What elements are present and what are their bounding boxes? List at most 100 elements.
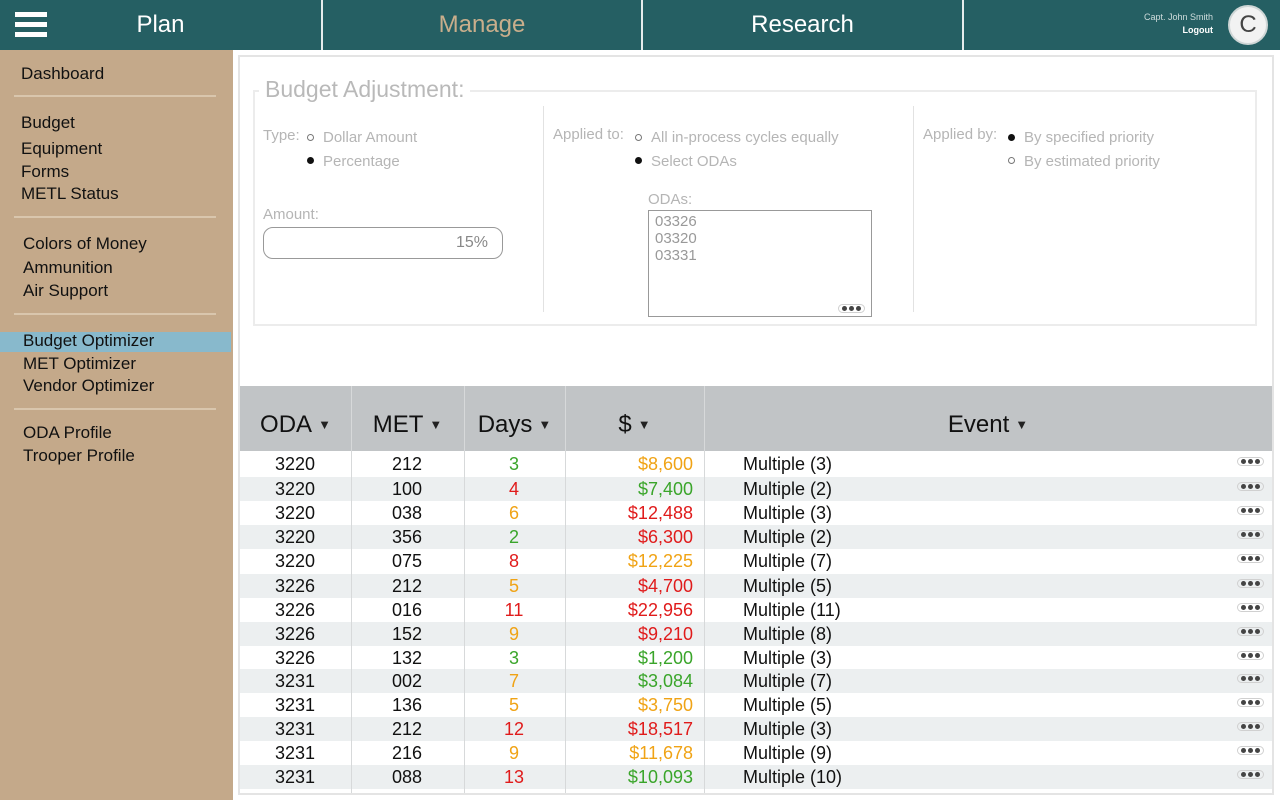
more-options-icon[interactable]	[1237, 698, 1264, 707]
cell-days: 9	[508, 623, 519, 644]
column-divider	[913, 106, 914, 312]
sidebar-item-colors-of-money[interactable]: Colors of Money	[23, 234, 147, 254]
column-header-event[interactable]: Event ▼	[704, 386, 1272, 451]
sidebar-item-air-support[interactable]: Air Support	[23, 281, 108, 301]
oda-list-item[interactable]: 03331	[655, 247, 697, 264]
type-percentage-radio[interactable]	[307, 157, 314, 164]
more-options-icon[interactable]	[1237, 554, 1264, 563]
cell-amount: $3,084	[637, 670, 693, 691]
column-header-label: MET	[372, 410, 424, 438]
more-options-icon[interactable]	[1237, 530, 1264, 539]
table-row[interactable]: 3231 002 7 $3,084 Multiple (7)	[240, 669, 1272, 693]
amount-input[interactable]: 15%	[263, 227, 503, 259]
more-options-icon[interactable]	[1237, 506, 1264, 515]
type-dollar-radio[interactable]	[307, 134, 314, 141]
type-label: Type:	[263, 127, 300, 144]
column-header-days[interactable]: Days ▼	[464, 386, 565, 451]
table-row[interactable]: 3220 100 4 $7,400 Multiple (2)	[240, 477, 1272, 501]
more-options-icon[interactable]	[1237, 482, 1264, 491]
tab-manage-label: Manage	[438, 11, 526, 38]
more-options-icon[interactable]	[1237, 603, 1264, 612]
table-row[interactable]: 3231 088 13 $10,093 Multiple (10)	[240, 765, 1272, 789]
table-row[interactable]: 3220 212 3 $8,600 Multiple (3)	[240, 452, 1272, 476]
sidebar-item-met-optimizer[interactable]: MET Optimizer	[23, 354, 136, 374]
applied-to-all-label[interactable]: All in-process cycles equally	[651, 129, 839, 146]
column-divider	[704, 386, 705, 793]
sidebar-item-budget-optimizer[interactable]: Budget Optimizer	[23, 331, 154, 351]
more-options-icon[interactable]	[1237, 579, 1264, 588]
applied-by-specified-label[interactable]: By specified priority	[1024, 129, 1154, 146]
more-options-icon[interactable]	[1237, 674, 1264, 683]
more-options-icon[interactable]	[838, 304, 865, 313]
column-header-oda[interactable]: ODA ▼	[240, 386, 351, 451]
cell-met: 038	[391, 502, 423, 523]
sidebar-item-vendor-optimizer[interactable]: Vendor Optimizer	[23, 376, 154, 396]
more-options-icon[interactable]	[1237, 746, 1264, 755]
sort-filter-icon[interactable]: ▼	[638, 417, 651, 432]
tab-manage[interactable]: Manage	[323, 0, 641, 50]
table-row[interactable]: 3226 212 5 $4,700 Multiple (5)	[240, 574, 1272, 598]
table-row[interactable]: 3231 212 12 $18,517 Multiple (3)	[240, 717, 1272, 741]
type-dollar-label[interactable]: Dollar Amount	[323, 129, 417, 146]
cell-amount: $6,300	[637, 526, 693, 547]
cell-days: 13	[503, 766, 525, 787]
cell-met: 100	[391, 478, 423, 499]
sidebar-item-trooper-profile[interactable]: Trooper Profile	[23, 446, 135, 466]
sidebar-item-equipment[interactable]: Equipment	[21, 139, 102, 159]
table-row[interactable]: 3220 075 8 $12,225 Multiple (7)	[240, 549, 1272, 573]
table-row[interactable]: 3231 216 9 $11,678 Multiple (9)	[240, 741, 1272, 765]
cell-met: 075	[391, 550, 423, 571]
more-options-icon[interactable]	[1237, 770, 1264, 779]
cell-amount: $7,400	[637, 478, 693, 499]
more-options-icon[interactable]	[1237, 722, 1264, 731]
sidebar-item-metl-status[interactable]: METL Status	[21, 184, 119, 204]
applied-to-select-label[interactable]: Select ODAs	[651, 153, 737, 170]
applied-to-select-radio[interactable]	[635, 157, 642, 164]
top-nav-bar: Plan Manage Research Capt. John Smith Lo…	[0, 0, 1280, 50]
applied-by-estimated-label[interactable]: By estimated priority	[1024, 153, 1160, 170]
avatar[interactable]: C	[1228, 5, 1268, 45]
more-options-icon[interactable]	[1237, 627, 1264, 636]
table-row[interactable]: 3220 038 6 $12,488 Multiple (3)	[240, 501, 1272, 525]
cell-days: 5	[508, 694, 519, 715]
cell-days: 7	[508, 670, 519, 691]
cell-met: 088	[391, 766, 423, 787]
oda-list-item[interactable]: 03320	[655, 230, 697, 247]
applied-by-specified-radio[interactable]	[1008, 134, 1015, 141]
sidebar-item-dashboard[interactable]: Dashboard	[21, 64, 104, 84]
table-row[interactable]: 3220 356 2 $6,300 Multiple (2)	[240, 525, 1272, 549]
table-row[interactable]: 3231 136 5 $3,750 Multiple (5)	[240, 693, 1272, 717]
cell-met: 216	[391, 742, 423, 763]
cell-met: 212	[391, 575, 423, 596]
sort-filter-icon[interactable]: ▼	[318, 417, 331, 432]
table-row[interactable]: 3226 152 9 $9,210 Multiple (8)	[240, 622, 1272, 646]
sort-filter-icon[interactable]: ▼	[1015, 417, 1028, 432]
more-options-icon[interactable]	[1237, 457, 1264, 466]
applied-by-estimated-radio[interactable]	[1008, 157, 1015, 164]
logout-link[interactable]: Logout	[1183, 25, 1214, 35]
more-options-icon[interactable]	[1237, 651, 1264, 660]
sidebar-item-ammunition[interactable]: Ammunition	[23, 258, 113, 278]
sidebar-item-forms[interactable]: Forms	[21, 162, 69, 182]
tab-research[interactable]: Research	[643, 0, 962, 50]
cell-met: 212	[391, 718, 423, 739]
column-header-amount[interactable]: $ ▼	[565, 386, 704, 451]
sidebar-item-oda-profile[interactable]: ODA Profile	[23, 423, 112, 443]
sort-filter-icon[interactable]: ▼	[429, 417, 442, 432]
cell-oda: 3220	[274, 502, 316, 523]
cell-amount: $10,093	[627, 766, 693, 787]
column-header-met[interactable]: MET ▼	[351, 386, 464, 451]
cell-event: Multiple (3)	[743, 647, 833, 668]
table-row[interactable]: 3226 132 3 $1,200 Multiple (3)	[240, 646, 1272, 670]
table-row[interactable]: 3226 016 11 $22,956 Multiple (11)	[240, 598, 1272, 622]
cell-oda: 3231	[274, 718, 316, 739]
sidebar-item-budget[interactable]: Budget	[21, 113, 75, 133]
oda-list-item[interactable]: 03326	[655, 213, 697, 230]
type-percentage-label[interactable]: Percentage	[323, 153, 400, 170]
column-divider	[351, 386, 352, 793]
cell-event: Multiple (9)	[743, 742, 833, 763]
sort-filter-icon[interactable]: ▼	[538, 417, 551, 432]
applied-to-all-radio[interactable]	[635, 134, 642, 141]
tab-plan[interactable]: Plan	[0, 0, 321, 50]
odas-listbox[interactable]: 03326 03320 03331	[648, 210, 872, 317]
